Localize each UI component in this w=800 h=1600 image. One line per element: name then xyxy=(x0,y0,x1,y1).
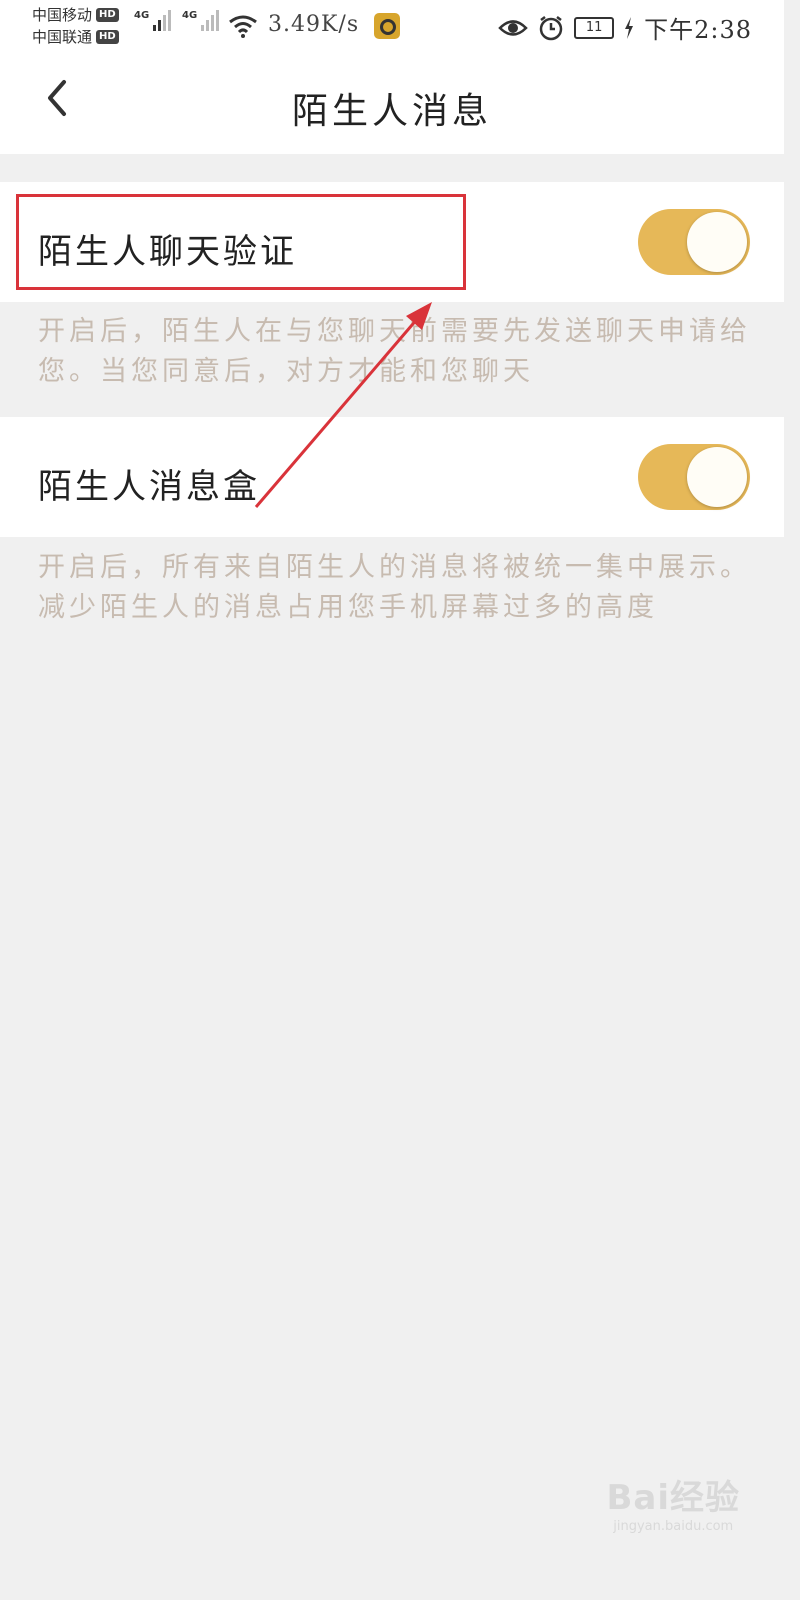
hd-badge: HD xyxy=(96,30,119,44)
chat-verification-toggle[interactable] xyxy=(638,209,750,275)
signal-icon: 4G xyxy=(182,10,220,31)
alarm-icon xyxy=(539,15,563,40)
toggle-knob xyxy=(687,447,747,507)
message-box-toggle[interactable] xyxy=(638,444,750,510)
watermark-logo: Bai经验 xyxy=(606,1478,740,1518)
annotation-highlight-box xyxy=(16,194,466,290)
status-right: 11 下午2:38 xyxy=(498,10,752,45)
hd-badge: HD xyxy=(96,8,119,22)
setting-label: 陌生人消息盒 xyxy=(38,467,260,507)
charging-icon xyxy=(625,16,634,39)
carrier-2-name: 中国联通 xyxy=(32,28,93,46)
clock: 下午2:38 xyxy=(644,16,752,44)
setting-description: 开启后，陌生人在与您聊天前需要先发送聊天申请给您。当您同意后，对方才能和您聊天 xyxy=(38,316,751,387)
page-title: 陌生人消息 xyxy=(291,91,492,132)
app-notification-icon xyxy=(374,13,400,39)
watermark-url: jingyan.baidu.com xyxy=(613,1519,734,1534)
carrier-info: 中国移动 HD 中国联通 HD xyxy=(32,4,119,48)
setting-row-message-box: 陌生人消息盒 xyxy=(0,417,784,537)
battery-icon: 11 xyxy=(574,16,615,39)
eye-icon xyxy=(498,19,528,36)
navigation-bar: 陌生人消息 xyxy=(0,56,784,154)
network-type: 4G xyxy=(182,10,198,21)
network-speed: 3.49K/s xyxy=(268,12,360,37)
toggle-knob xyxy=(687,212,747,272)
signal-icon: 4G xyxy=(134,10,172,31)
setting-description: 开启后，所有来自陌生人的消息将被统一集中展示。减少陌生人的消息占用您手机屏幕过多… xyxy=(38,552,751,623)
status-bar: 中国移动 HD 中国联通 HD 4G 4G 3.49K/s 11 下午2:38 xyxy=(0,0,784,56)
wifi-icon xyxy=(229,15,257,38)
carrier-1-name: 中国移动 xyxy=(32,6,93,24)
network-type: 4G xyxy=(134,10,150,21)
watermark: Bai经验 jingyan.baidu.com xyxy=(606,1470,740,1534)
